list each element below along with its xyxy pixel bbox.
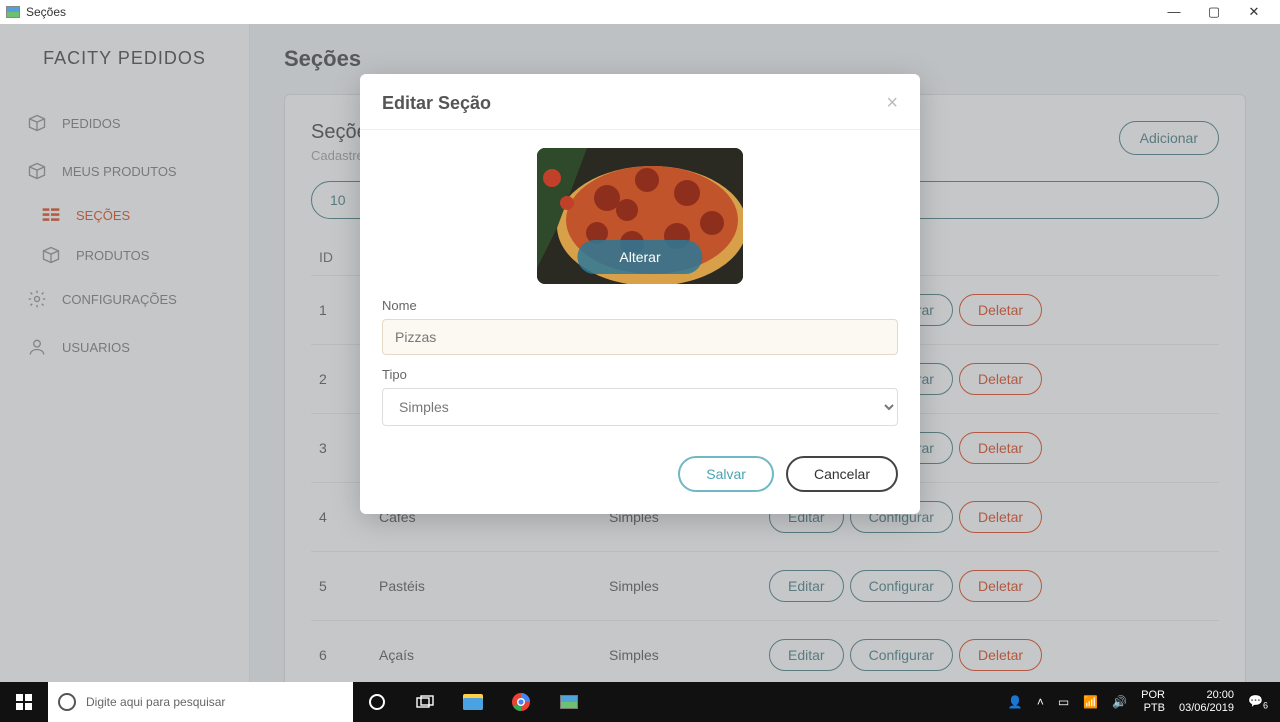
people-icon[interactable]: 👤 <box>1008 695 1023 709</box>
nome-label: Nome <box>382 298 898 313</box>
section-image: Alterar <box>537 148 743 284</box>
taskbar-app-chrome[interactable] <box>497 682 545 722</box>
tipo-select[interactable]: Simples <box>382 388 898 426</box>
taskbar-app-explorer[interactable] <box>449 682 497 722</box>
search-placeholder: Digite aqui para pesquisar <box>86 695 225 709</box>
close-window-button[interactable]: ✕ <box>1234 0 1274 24</box>
wifi-icon[interactable]: 📶 <box>1083 695 1098 709</box>
taskbar-search[interactable]: Digite aqui para pesquisar <box>48 682 353 722</box>
change-image-button[interactable]: Alterar <box>577 240 702 274</box>
tray-chevron-icon[interactable]: ˄ <box>1037 695 1044 709</box>
start-button[interactable] <box>0 682 48 722</box>
save-button[interactable]: Salvar <box>678 456 774 492</box>
task-view-icon[interactable] <box>401 682 449 722</box>
notifications-icon[interactable]: 💬6 <box>1248 694 1268 710</box>
close-icon[interactable]: × <box>886 92 898 115</box>
edit-section-modal: Editar Seção × Alte <box>360 74 920 514</box>
app-icon <box>6 6 20 18</box>
window-titlebar: Seções — ▢ ✕ <box>0 0 1280 24</box>
maximize-button[interactable]: ▢ <box>1194 0 1234 24</box>
cortana-icon[interactable] <box>353 682 401 722</box>
volume-icon[interactable]: 🔊 <box>1112 695 1127 709</box>
cancel-button[interactable]: Cancelar <box>786 456 898 492</box>
taskbar-app-facity[interactable] <box>545 682 593 722</box>
minimize-button[interactable]: — <box>1154 0 1194 24</box>
tipo-label: Tipo <box>382 367 898 382</box>
nome-input[interactable] <box>382 319 898 355</box>
modal-title: Editar Seção <box>382 93 886 114</box>
taskbar: Digite aqui para pesquisar 👤 ˄ ▭ 📶 🔊 POR… <box>0 682 1280 722</box>
tray-language[interactable]: PORPTB <box>1141 689 1165 715</box>
system-tray[interactable]: 👤 ˄ ▭ 📶 🔊 PORPTB 20:0003/06/2019 💬6 <box>996 682 1280 722</box>
search-icon <box>58 693 76 711</box>
battery-icon[interactable]: ▭ <box>1058 695 1069 709</box>
tray-clock[interactable]: 20:0003/06/2019 <box>1179 689 1234 715</box>
window-title: Seções <box>26 5 66 19</box>
